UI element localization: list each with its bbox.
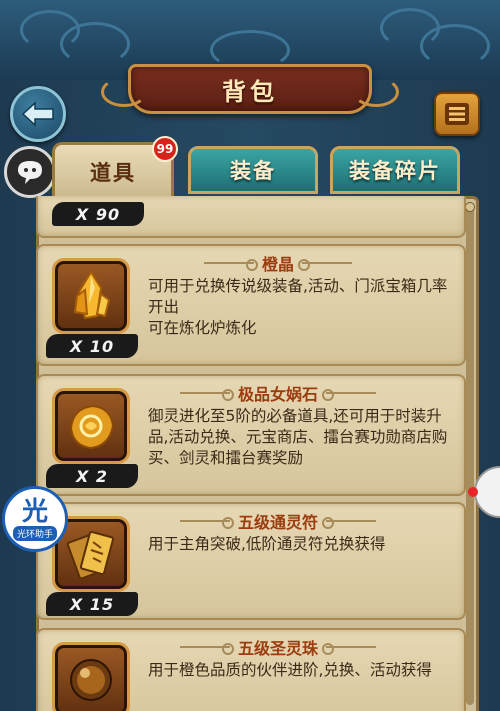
helper-label: 光环助手 [12, 525, 57, 541]
back-button[interactable] [10, 86, 66, 142]
helper-logo: 光 [21, 496, 48, 527]
tab-label: 装备碎片 [349, 159, 441, 183]
item-count: X 15 [46, 592, 138, 616]
tab-label: 道具 [90, 160, 136, 185]
item-description: 用于橙色品质的伙伴进阶,兑换、活动获得 [148, 661, 432, 679]
item-name: 橙晶 [261, 255, 294, 274]
item-icon-frame[interactable] [52, 388, 130, 464]
notification-dot [468, 487, 478, 497]
item-description: 可用于兑换传说级装备,活动、门派宝箱几率开出 可在炼化炉炼化 [148, 277, 448, 337]
helper-float-button[interactable]: 光 光环助手 [2, 486, 68, 552]
item-icon-frame[interactable] [52, 258, 130, 334]
tab-equipment[interactable]: 装备 [188, 146, 318, 194]
item-title: 极品女娲石 [128, 382, 428, 404]
chat-bubble-icon [18, 161, 42, 184]
holy-pearl-icon [70, 659, 112, 701]
list-icon [445, 103, 469, 125]
inventory-item[interactable]: X 90 [36, 196, 466, 238]
tab-label: 装备 [230, 159, 276, 183]
item-description: 御灵进化至5阶的必备道具,还可用于时装升品,活动兑换、元宝商店、擂台赛功勋商店购… [148, 407, 448, 467]
inventory-item[interactable]: 极品女娲石 X 2 御灵进化至5阶的必备道具,还可用于时装升品,活动兑换、元宝商… [36, 374, 466, 496]
menu-button[interactable] [434, 92, 480, 136]
inventory-item[interactable]: 橙晶 X 10 可用于兑换传说级装备,活动、门派宝箱几率开出 可在炼化炉炼化 [36, 244, 466, 366]
chat-button[interactable] [4, 146, 56, 198]
page-title: 背包 [222, 77, 278, 106]
nuwa-stone-icon [69, 404, 115, 450]
item-title: 五级通灵符 [128, 510, 428, 532]
inventory-item[interactable]: 五级通灵符 X 15 用于主角突破,低阶通灵符兑换获得 [36, 502, 466, 620]
item-icon-frame[interactable] [52, 642, 130, 711]
orange-crystal-icon [73, 270, 111, 320]
item-count: X 2 [46, 464, 138, 488]
back-arrow-icon [21, 101, 54, 127]
item-title: 橙晶 [128, 252, 428, 274]
spirit-talisman-icon [66, 530, 115, 580]
item-title: 五级圣灵珠 [128, 636, 428, 658]
item-name: 五级通灵符 [237, 513, 318, 532]
item-count: X 90 [52, 202, 144, 226]
scrollbar[interactable] [466, 205, 474, 705]
notification-badge: 99 [152, 136, 178, 162]
tab-equipment-fragments[interactable]: 装备碎片 [330, 146, 460, 194]
item-name: 五级圣灵珠 [237, 639, 318, 658]
scrollbar-thumb[interactable] [465, 202, 475, 212]
item-count: X 10 [46, 334, 138, 358]
item-description: 用于主角突破,低阶通灵符兑换获得 [148, 535, 386, 553]
inventory-item[interactable]: 五级圣灵珠 用于橙色品质的伙伴进阶,兑换、活动获得 [36, 628, 466, 711]
item-name: 极品女娲石 [237, 385, 318, 404]
title-banner: 背包 [101, 64, 399, 114]
